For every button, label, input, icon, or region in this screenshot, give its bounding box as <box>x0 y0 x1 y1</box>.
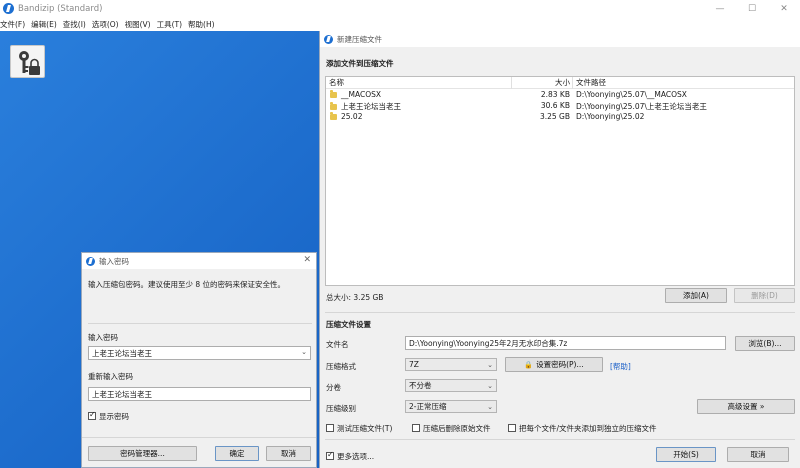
column-header-path[interactable]: 文件路径 <box>576 77 606 88</box>
add-files-section-title: 添加文件到压缩文件 <box>326 59 394 68</box>
password-instruction: 输入压缩包密码。建议使用至少 8 位的密码来保证安全性。 <box>88 280 286 289</box>
delete-original-checkbox[interactable] <box>412 424 420 432</box>
advanced-settings-button[interactable]: 高级设置 » <box>697 399 795 414</box>
menu-tools[interactable]: 工具(T) <box>157 19 182 30</box>
filename-input[interactable]: D:\Yoonying\Yoonying25年2月无水印合集.7z <box>405 336 726 350</box>
section-divider <box>82 437 316 438</box>
help-link[interactable]: [帮助] <box>610 361 631 372</box>
section-divider <box>325 439 795 440</box>
file-list[interactable]: 名称 大小 文件路径 __MACOSX 2.83 KB D:\Yoonying\… <box>325 76 795 286</box>
menu-help[interactable]: 帮助(H) <box>188 19 215 30</box>
format-select[interactable]: 7Z ⌄ <box>405 358 497 371</box>
split-label: 分卷 <box>326 383 341 392</box>
close-icon[interactable]: ✕ <box>303 255 311 265</box>
maximize-button[interactable]: ☐ <box>736 0 768 17</box>
separate-archives-checkbox[interactable] <box>508 424 516 432</box>
bandizip-logo-icon <box>324 34 333 44</box>
delete-original-label: 压缩后删除原始文件 <box>423 424 491 433</box>
column-divider[interactable] <box>511 77 512 89</box>
delete-button[interactable]: 删除(D) <box>734 288 795 303</box>
show-password-checkbox[interactable] <box>88 410 96 420</box>
menu-options[interactable]: 选项(O) <box>92 19 119 30</box>
filename-label: 文件名 <box>326 340 349 349</box>
password-value: 上老王论坛当老王 <box>92 348 152 358</box>
chevron-down-icon: ⌄ <box>487 382 493 390</box>
file-row[interactable]: 25.02 3.25 GB D:\Yoonying\25.02 <box>326 112 794 123</box>
show-password-label: 显示密码 <box>99 412 129 421</box>
app-titlebar: Bandizip (Standard) — ☐ ✕ <box>0 0 800 17</box>
file-name: 25.02 <box>341 112 363 121</box>
folder-icon <box>330 90 337 98</box>
password-dialog-title: 输入密码 <box>99 256 129 266</box>
file-name: 上老王论坛当老王 <box>341 102 401 111</box>
password-dialog: 输入密码 ✕ 输入压缩包密码。建议使用至少 8 位的密码来保证安全性。 输入密码… <box>81 252 317 468</box>
start-button[interactable]: 开始(S) <box>656 447 716 462</box>
test-archive-checkbox[interactable] <box>326 424 334 432</box>
archive-dialog-title: 新建压缩文件 <box>337 34 382 44</box>
split-value: 不分卷 <box>409 381 432 390</box>
compression-level-label: 压缩级别 <box>326 404 356 413</box>
enter-password-label: 输入密码 <box>88 333 118 342</box>
browse-button[interactable]: 浏览(B)... <box>735 336 795 351</box>
file-name: __MACOSX <box>341 90 382 99</box>
column-header-name[interactable]: 名称 <box>329 77 344 88</box>
reenter-password-label: 重新输入密码 <box>88 372 133 381</box>
archive-settings-section-title: 压缩文件设置 <box>326 320 371 329</box>
menu-find[interactable]: 查找(I) <box>63 19 86 30</box>
menu-edit[interactable]: 编辑(E) <box>31 19 57 30</box>
split-select[interactable]: 不分卷 ⌄ <box>405 379 497 392</box>
reenter-password-input[interactable]: 上老王论坛当老王 <box>88 387 311 401</box>
password-input[interactable]: 上老王论坛当老王 ⌄ <box>88 346 311 360</box>
add-button[interactable]: 添加(A) <box>665 288 727 303</box>
menu-view[interactable]: 视图(V) <box>125 19 151 30</box>
format-label: 压缩格式 <box>326 362 356 371</box>
test-archive-label: 测试压缩文件(T) <box>337 424 393 433</box>
more-options-label: 更多选项... <box>337 452 375 461</box>
password-manager-button[interactable]: 密码管理器... <box>88 446 197 461</box>
file-path: D:\Yoonying\25.07\__MACOSX <box>576 90 687 99</box>
set-password-button[interactable]: 🔒 设置密码(P)... <box>505 357 603 372</box>
password-dialog-titlebar: 输入密码 ✕ <box>82 253 316 269</box>
more-options-checkbox[interactable] <box>326 450 334 460</box>
compression-level-value: 2-正常压缩 <box>409 402 447 411</box>
compression-level-select[interactable]: 2-正常压缩 ⌄ <box>405 400 497 413</box>
separate-archives-label: 把每个文件/文件夹添加到独立的压缩文件 <box>519 424 657 433</box>
section-divider <box>88 323 312 324</box>
file-size: 30.6 KB <box>540 101 570 110</box>
file-path: D:\Yoonying\25.07\上老王论坛当老王 <box>576 102 707 111</box>
menu-file[interactable]: 文件(F) <box>0 19 25 30</box>
bandizip-logo-icon <box>86 256 95 266</box>
file-size: 3.25 GB <box>539 112 570 121</box>
folder-icon <box>330 102 337 110</box>
lock-icon: 🔒 <box>524 360 534 369</box>
file-list-header: 名称 大小 文件路径 <box>326 77 794 89</box>
bandizip-logo-icon <box>3 3 14 14</box>
column-divider[interactable] <box>572 77 573 89</box>
ok-button[interactable]: 确定 <box>215 446 259 461</box>
file-size: 2.83 KB <box>540 90 570 99</box>
app-title: Bandizip (Standard) <box>18 3 103 14</box>
chevron-down-icon: ⌄ <box>487 361 493 369</box>
cancel-button[interactable]: 取消 <box>727 447 789 462</box>
archive-dialog-titlebar: 新建压缩文件 <box>320 31 800 47</box>
chevron-down-icon: ⌄ <box>487 403 493 411</box>
menubar: 文件(F) 编辑(E) 查找(I) 选项(O) 视图(V) 工具(T) 帮助(H… <box>0 17 800 31</box>
chevron-down-icon[interactable]: ⌄ <box>301 348 307 356</box>
file-path: D:\Yoonying\25.02 <box>576 112 645 121</box>
set-password-label: 设置密码(P)... <box>536 360 584 369</box>
password-cancel-button[interactable]: 取消 <box>266 446 311 461</box>
minimize-button[interactable]: — <box>704 0 736 17</box>
format-value: 7Z <box>409 360 419 369</box>
folder-icon <box>330 112 337 120</box>
key-lock-icon <box>10 45 45 78</box>
column-header-size[interactable]: 大小 <box>555 77 570 88</box>
total-size-label: 总大小: 3.25 GB <box>326 293 384 302</box>
file-row[interactable]: __MACOSX 2.83 KB D:\Yoonying\25.07\__MAC… <box>326 90 794 101</box>
section-divider <box>325 312 795 313</box>
close-button[interactable]: ✕ <box>768 0 800 17</box>
new-archive-dialog: 新建压缩文件 添加文件到压缩文件 名称 大小 文件路径 __MACOSX 2.8… <box>319 31 800 468</box>
file-row[interactable]: 上老王论坛当老王 30.6 KB D:\Yoonying\25.07\上老王论坛… <box>326 101 794 112</box>
